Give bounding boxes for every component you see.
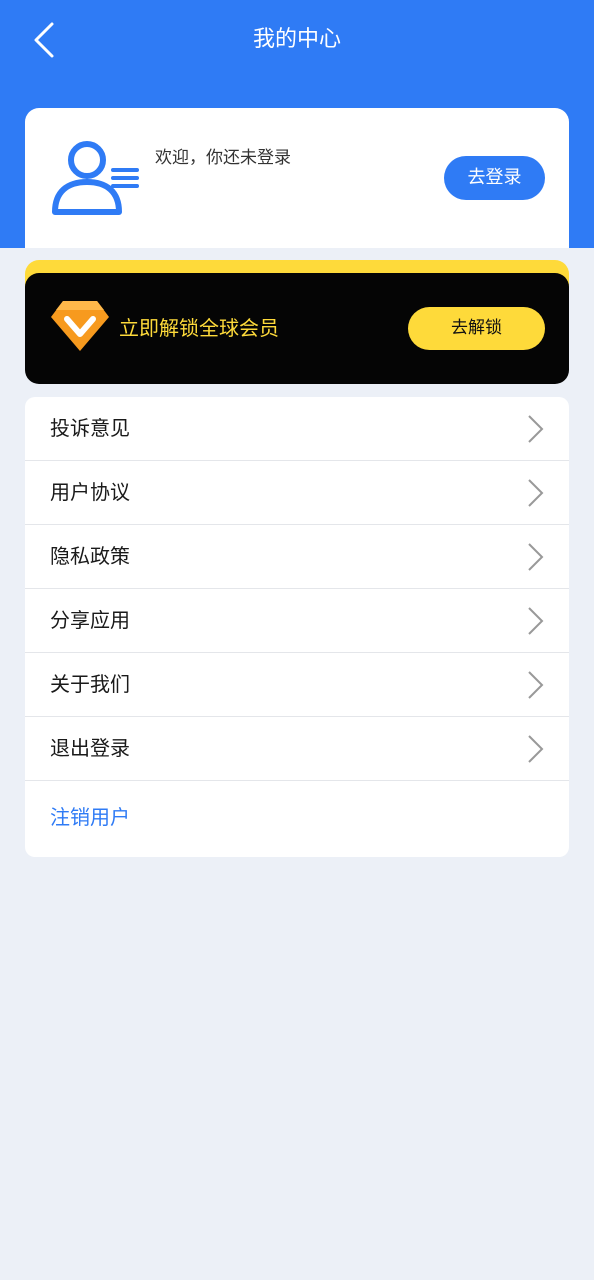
welcome-text: 欢迎，你还未登录 [155, 148, 291, 168]
menu-item-user-agreement[interactable]: 用户协议 [25, 461, 569, 525]
vip-promo-text: 立即解锁全球会员 [119, 316, 279, 340]
menu-item-share-app[interactable]: 分享应用 [25, 589, 569, 653]
menu-item-logout[interactable]: 退出登录 [25, 717, 569, 781]
unlock-button[interactable]: 去解锁 [408, 307, 545, 350]
vip-diamond-icon [51, 301, 109, 351]
menu-item-privacy-policy[interactable]: 隐私政策 [25, 525, 569, 589]
menu-item-label: 分享应用 [50, 608, 130, 632]
cancel-account-label: 注销用户 [50, 805, 130, 829]
menu-item-cancel-account[interactable]: 注销用户 [25, 785, 569, 849]
user-list-icon [52, 141, 139, 215]
profile-card: 欢迎，你还未登录 去登录 [25, 108, 569, 248]
menu-item-label: 投诉意见 [50, 416, 130, 440]
chevron-right-icon [528, 479, 544, 507]
menu-item-complaint[interactable]: 投诉意见 [25, 397, 569, 461]
chevron-right-icon [528, 415, 544, 443]
chevron-right-icon [528, 607, 544, 635]
chevron-right-icon [528, 735, 544, 763]
menu-item-label: 关于我们 [50, 672, 130, 696]
menu-item-label: 隐私政策 [50, 544, 130, 568]
vip-banner[interactable]: 立即解锁全球会员 去解锁 [25, 273, 569, 384]
login-button[interactable]: 去登录 [444, 156, 545, 200]
chevron-right-icon [528, 543, 544, 571]
page-title: 我的中心 [252, 27, 341, 52]
chevron-right-icon [528, 671, 544, 699]
menu-item-label: 退出登录 [50, 736, 130, 760]
menu-item-about-us[interactable]: 关于我们 [25, 653, 569, 717]
menu-item-label: 用户协议 [50, 480, 130, 504]
menu-list: 投诉意见 用户协议 隐私政策 分享应用 关于我们 退出登录 注销用户 [25, 397, 569, 857]
